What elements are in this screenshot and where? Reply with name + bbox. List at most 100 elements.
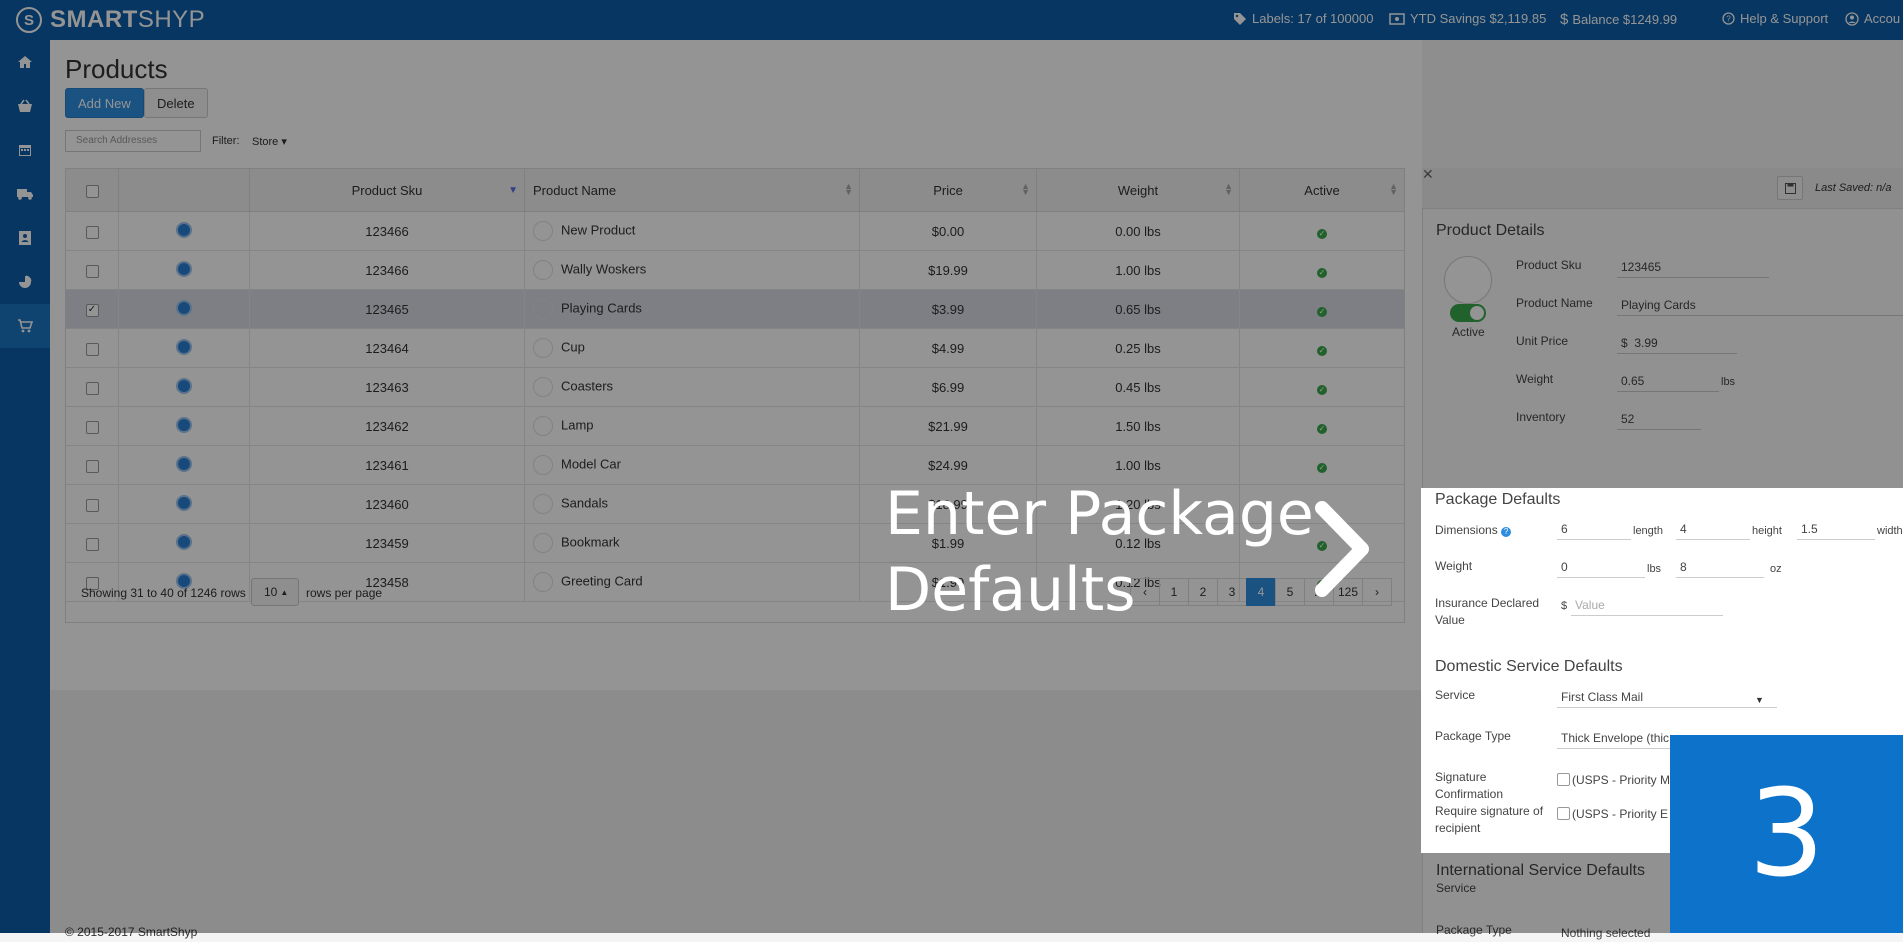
require-signature-label: Require signature of recipient bbox=[1435, 804, 1544, 835]
rows-per-page-dropdown[interactable]: 10 ▲ bbox=[251, 578, 299, 606]
filter-dropdown[interactable]: Store ▾ bbox=[252, 135, 287, 148]
column-header-name[interactable]: Product Name ▲ ▼ bbox=[524, 169, 860, 212]
row-checkbox[interactable] bbox=[85, 342, 99, 356]
smartshyp-logo[interactable]: S SMARTSHYP bbox=[16, 6, 205, 34]
row-icon-cell bbox=[118, 211, 250, 251]
delete-button[interactable]: Delete bbox=[144, 88, 208, 118]
tag-icon bbox=[1234, 12, 1246, 25]
inventory-label: Inventory bbox=[1516, 410, 1566, 424]
intl-package-type-value[interactable]: Nothing selected bbox=[1561, 925, 1650, 942]
weight-field[interactable]: 0.65 bbox=[1617, 372, 1719, 392]
active-cell: ✓ bbox=[1239, 406, 1404, 446]
weight-lbs-field[interactable]: 0 bbox=[1557, 558, 1645, 578]
inventory-field[interactable]: 52 bbox=[1617, 410, 1701, 430]
height-field[interactable]: 4 bbox=[1676, 520, 1750, 540]
sidebar-item-calendar[interactable] bbox=[0, 128, 50, 172]
sidebar-item-products[interactable] bbox=[0, 304, 50, 348]
sidebar-item-reports[interactable] bbox=[0, 260, 50, 304]
package-weight-label: Weight bbox=[1435, 559, 1473, 573]
table-row[interactable]: 123466 New Product $0.00 0.00 lbs ✓ bbox=[66, 211, 1404, 251]
column-header-price[interactable]: Price ▲ ▼ bbox=[859, 169, 1037, 212]
table-row[interactable]: 123462 Lamp $21.99 1.50 lbs ✓ bbox=[66, 406, 1404, 446]
close-icon[interactable]: ✕ bbox=[1422, 166, 1434, 183]
caret-down-icon: ▼ bbox=[1755, 695, 1764, 705]
row-select-cell[interactable] bbox=[66, 367, 119, 407]
name-cell: Wally Woskers bbox=[524, 250, 860, 290]
sidebar-item-home[interactable] bbox=[0, 40, 50, 84]
row-select-cell[interactable] bbox=[66, 484, 119, 524]
sidebar-item-address-book[interactable] bbox=[0, 216, 50, 260]
table-row[interactable]: 123466 Wally Woskers $19.99 1.00 lbs ✓ bbox=[66, 250, 1404, 290]
require-signature-checkbox[interactable] bbox=[1557, 807, 1570, 820]
active-label: Active bbox=[1452, 325, 1485, 339]
user-circle-icon bbox=[1845, 11, 1859, 26]
weight-oz-field[interactable]: 8 bbox=[1676, 558, 1764, 578]
search-input[interactable]: Search Addresses bbox=[65, 130, 201, 152]
active-toggle[interactable] bbox=[1450, 304, 1486, 322]
select-all-checkbox[interactable] bbox=[85, 184, 99, 198]
row-select-cell[interactable] bbox=[66, 523, 119, 563]
weight-cell: 1.50 lbs bbox=[1036, 406, 1240, 446]
product-name-text: Lamp bbox=[561, 417, 594, 433]
add-new-button[interactable]: Add New bbox=[65, 88, 144, 118]
unit-price-label: Unit Price bbox=[1516, 334, 1569, 348]
name-cell: Lamp bbox=[524, 406, 860, 446]
row-select-cell[interactable] bbox=[66, 445, 119, 485]
row-checkbox[interactable] bbox=[85, 498, 99, 512]
row-select-cell[interactable] bbox=[66, 406, 119, 446]
dimensions-label: Dimensions ? bbox=[1435, 522, 1512, 539]
store-icon bbox=[18, 99, 32, 112]
row-select-cell[interactable]: ✓ bbox=[66, 289, 119, 329]
help-support-link[interactable]: ? Help & Support bbox=[1722, 11, 1828, 26]
row-select-cell[interactable] bbox=[66, 328, 119, 368]
package-defaults-heading: Package Defaults bbox=[1435, 491, 1561, 508]
row-select-cell[interactable] bbox=[66, 211, 119, 251]
product-image-placeholder[interactable] bbox=[1444, 256, 1492, 304]
save-button[interactable] bbox=[1777, 176, 1803, 200]
table-row[interactable]: 123464 Cup $4.99 0.25 lbs ✓ bbox=[66, 328, 1404, 368]
account-menu[interactable]: Accou bbox=[1845, 11, 1900, 26]
table-row[interactable]: ✓ 123465 Playing Cards $3.99 0.65 lbs ✓ bbox=[66, 289, 1404, 329]
top-bar: S SMARTSHYP Labels: 17 of 100000 YTD Sav… bbox=[0, 0, 1903, 40]
row-checkbox[interactable] bbox=[85, 381, 99, 395]
weight-text: 0.45 lbs bbox=[1115, 379, 1161, 395]
signature-checkbox[interactable] bbox=[1557, 773, 1570, 786]
package-type-label: Package Type bbox=[1435, 729, 1511, 743]
home-icon bbox=[18, 56, 32, 68]
address-book-icon bbox=[19, 231, 31, 245]
row-checkbox[interactable] bbox=[85, 264, 99, 278]
column-header-weight[interactable]: Weight ▲ ▼ bbox=[1036, 169, 1240, 212]
table-row[interactable]: 123463 Coasters $6.99 0.45 lbs ✓ bbox=[66, 367, 1404, 407]
width-field[interactable]: 1.5 bbox=[1797, 520, 1875, 540]
height-unit: height bbox=[1752, 525, 1782, 537]
sidebar-item-store[interactable] bbox=[0, 84, 50, 128]
column-header-active[interactable]: Active ▲ ▼ bbox=[1239, 169, 1404, 212]
sku-field[interactable]: 123465 bbox=[1617, 258, 1769, 278]
sidebar bbox=[0, 40, 50, 933]
column-header-sku[interactable]: Product Sku ▼ bbox=[249, 169, 525, 212]
product-name-text: Sandals bbox=[561, 495, 608, 511]
row-checkbox[interactable] bbox=[85, 420, 99, 434]
length-unit: length bbox=[1633, 525, 1663, 537]
product-name-label: Product Name bbox=[1516, 296, 1593, 310]
row-checkbox[interactable] bbox=[85, 225, 99, 239]
service-select[interactable]: First Class Mail bbox=[1557, 688, 1777, 708]
oz-unit: oz bbox=[1770, 563, 1782, 575]
insurance-value-field[interactable]: Value bbox=[1571, 596, 1723, 616]
product-badge-icon bbox=[176, 455, 192, 472]
row-checkbox[interactable] bbox=[85, 459, 99, 473]
cart-icon bbox=[18, 319, 33, 333]
product-badge-icon bbox=[176, 260, 192, 277]
row-select-cell[interactable] bbox=[66, 250, 119, 290]
weight-cell: 0.25 lbs bbox=[1036, 328, 1240, 368]
row-checkbox[interactable] bbox=[85, 537, 99, 551]
name-cell: New Product bbox=[524, 211, 860, 251]
row-checkbox[interactable]: ✓ bbox=[85, 303, 99, 317]
row-icon-cell bbox=[118, 445, 250, 485]
unit-price-field[interactable]: $ 3.99 bbox=[1617, 334, 1737, 354]
product-name-field[interactable]: Playing Cards bbox=[1617, 296, 1903, 316]
sku-text: 123461 bbox=[365, 457, 409, 473]
length-field[interactable]: 6 bbox=[1557, 520, 1631, 540]
sidebar-item-shipments[interactable] bbox=[0, 172, 50, 216]
select-all-header[interactable] bbox=[66, 169, 119, 212]
